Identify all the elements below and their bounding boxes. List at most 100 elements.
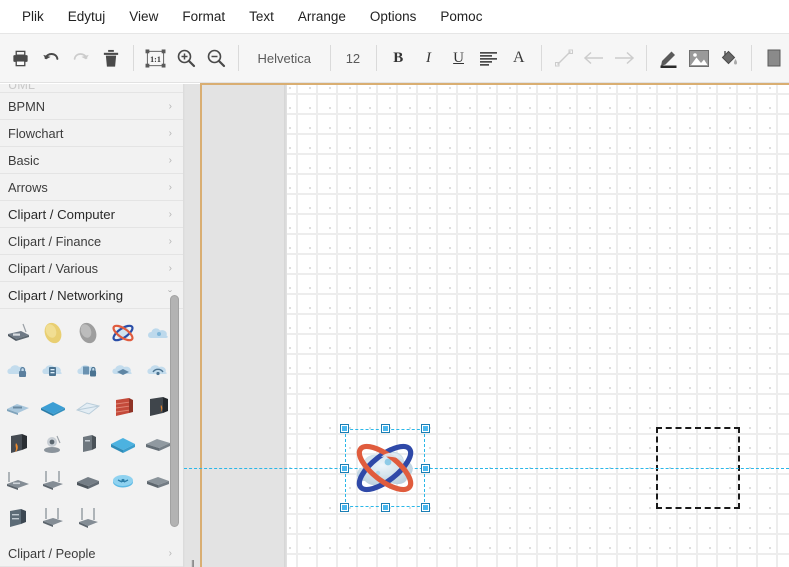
shape-cloud-lock[interactable] (1, 352, 35, 387)
sidebar-item-bpmn[interactable]: BPMN › (0, 93, 183, 120)
print-icon (13, 50, 28, 66)
chevron-right-icon-clipart-people: › (168, 548, 172, 559)
chevron-right-icon-flowchart: › (168, 128, 172, 139)
chevron-right-icon-basic: › (168, 155, 172, 166)
sidebar-item-label-clipart-finance: Clipart / Finance (8, 234, 102, 249)
print-button[interactable] (9, 41, 33, 75)
font-family-select[interactable]: Helvetica (246, 41, 323, 75)
zoom-out-button[interactable] (204, 41, 228, 75)
menu-item-view[interactable]: View (117, 5, 170, 28)
menu-item-plik[interactable]: Plik (10, 5, 56, 28)
redo-button[interactable] (69, 41, 93, 75)
sidebar-item-clipart-networking[interactable]: Clipart / Networking ˇ (0, 282, 183, 309)
chevron-right-icon-clipart-finance: › (168, 236, 172, 247)
delete-button[interactable] (99, 41, 123, 75)
pen-button[interactable] (657, 41, 681, 75)
sidebar-item-flowchart[interactable]: Flowchart › (0, 120, 183, 147)
drawing-canvas[interactable]: || (184, 84, 789, 567)
chevron-right-icon-arrows: › (168, 182, 172, 193)
menu-item-options[interactable]: Options (358, 5, 429, 28)
shape-access-point[interactable] (36, 500, 70, 535)
underline-button[interactable]: U (447, 41, 471, 75)
sidebar-item-arrows[interactable]: Arrows › (0, 174, 183, 201)
italic-label: I (425, 49, 431, 66)
cloud-network-icon (112, 364, 132, 375)
antenna-router-icon (7, 471, 29, 490)
align-button[interactable] (477, 41, 501, 75)
shape-blue-switch[interactable] (106, 426, 140, 461)
sidebar-item-uml[interactable]: UML (0, 84, 183, 93)
shape-globe-orbit[interactable] (106, 315, 140, 350)
server-box-icon (10, 508, 26, 527)
undo-icon (43, 53, 59, 60)
zoom-in-button[interactable] (174, 41, 198, 75)
shape-cloud-network[interactable] (106, 352, 140, 387)
arrow-right-button[interactable] (612, 41, 636, 75)
shape-cloud-server[interactable] (36, 352, 70, 387)
resize-handle-e[interactable] (421, 463, 430, 473)
sidebar-item-clipart-people[interactable]: Clipart / People › (0, 540, 183, 567)
grey-device-icon (83, 434, 96, 452)
shape-wifi-base[interactable] (71, 500, 105, 535)
bold-button[interactable]: B (386, 41, 410, 75)
shape-gold-ellipse[interactable] (36, 315, 70, 350)
shape-modem[interactable] (71, 463, 105, 498)
line-button[interactable] (552, 41, 576, 75)
shape-envelope[interactable] (71, 389, 105, 424)
resize-handle-w[interactable] (340, 463, 349, 473)
shape-cloud-secure[interactable] (71, 352, 105, 387)
toolbar-divider-5 (540, 45, 542, 71)
fill-button[interactable] (717, 41, 741, 75)
wireless-router-icon (8, 323, 29, 341)
menu-item-pomoc[interactable]: Pomoc (428, 5, 494, 28)
resize-handle-nw[interactable] (340, 424, 349, 433)
font-size-select[interactable]: 12 (337, 41, 368, 75)
shape-network-device[interactable] (1, 389, 35, 424)
menu-bar: Plik Edytuj View Format Text Arrange Opt… (0, 0, 789, 34)
shape-blue-diamond[interactable] (36, 389, 70, 424)
font-color-button[interactable]: A (507, 41, 531, 75)
toolbar-divider-1 (133, 45, 134, 71)
font-color-label: A (513, 49, 525, 66)
fit-page-button[interactable]: 1:1 (144, 41, 168, 75)
resize-handle-se[interactable] (421, 503, 430, 512)
resize-handle-ne[interactable] (421, 424, 430, 433)
more-tools-button[interactable] (762, 41, 786, 75)
image-button[interactable] (687, 41, 711, 75)
menu-item-text[interactable]: Text (237, 5, 286, 28)
shape-grey-ellipse[interactable] (71, 315, 105, 350)
menu-item-edytuj[interactable]: Edytuj (56, 5, 118, 28)
shape-firewall-flame[interactable] (1, 426, 35, 461)
shape-server-box[interactable] (1, 500, 35, 535)
chevron-right-icon-bpmn: › (168, 101, 172, 112)
resize-handle-s[interactable] (380, 503, 390, 512)
sidebar-item-basic[interactable]: Basic › (0, 147, 183, 174)
sidebar-item-clipart-various[interactable]: Clipart / Various › (0, 255, 183, 282)
modem-icon (77, 476, 99, 489)
undo-button[interactable] (39, 41, 63, 75)
selected-shape-globe-orbit[interactable] (340, 424, 430, 512)
drag-handle-marker[interactable]: || (191, 557, 195, 567)
sidebar-scrollbar-thumb[interactable] (170, 295, 179, 527)
menu-item-format[interactable]: Format (170, 5, 237, 28)
shape-dual-antenna-router[interactable] (36, 463, 70, 498)
sidebar-item-clipart-computer[interactable]: Clipart / Computer › (0, 201, 183, 228)
shape-wireless-router[interactable] (1, 315, 35, 350)
shape-antenna-router[interactable] (1, 463, 35, 498)
italic-button[interactable]: I (416, 41, 440, 75)
menu-item-arrange[interactable]: Arrange (286, 5, 358, 28)
arrow-left-button[interactable] (582, 41, 606, 75)
shape-palette-networking (0, 309, 183, 540)
resize-handle-n[interactable] (380, 424, 390, 433)
cloud-wifi-icon (147, 364, 167, 375)
shape-brick-firewall[interactable] (106, 389, 140, 424)
shape-webcam[interactable] (36, 426, 70, 461)
shape-grey-device[interactable] (71, 426, 105, 461)
sidebar-item-clipart-finance[interactable]: Clipart / Finance › (0, 228, 183, 255)
toolbar-accent-line (200, 83, 789, 85)
brick-firewall-icon (115, 397, 133, 416)
resize-handle-sw[interactable] (340, 503, 349, 512)
shape-library-sidebar: UML BPMN › Flowchart › Basic › Arrows › … (0, 84, 184, 567)
shape-blue-router-ring[interactable] (106, 463, 140, 498)
sidebar-item-label-clipart-various: Clipart / Various (8, 261, 99, 276)
